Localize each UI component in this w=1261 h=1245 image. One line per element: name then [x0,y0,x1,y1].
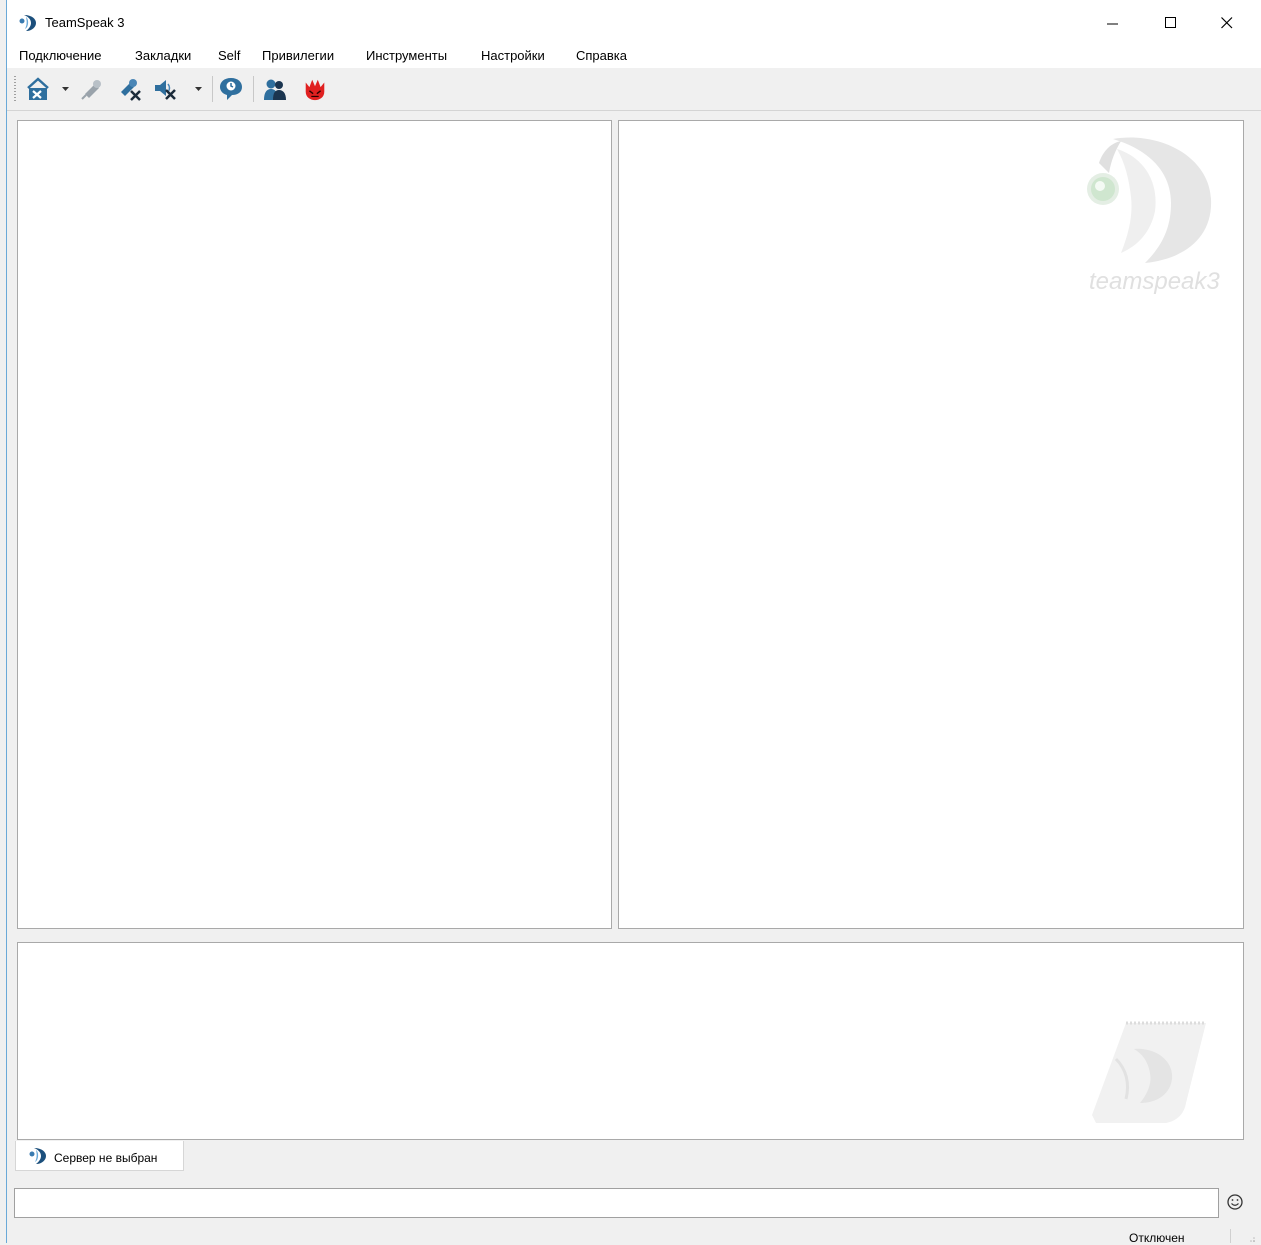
window-title: TeamSpeak 3 [45,15,125,30]
toolbar-separator [212,76,213,102]
chat-watermark-icon [1092,1021,1206,1123]
status-separator [1230,1229,1231,1243]
title-bar[interactable]: TeamSpeak 3 [7,0,1261,46]
teamspeak-logo-icon [29,1148,46,1164]
mute-speakers-icon [155,80,176,100]
server-tab[interactable]: Сервер не выбран [15,1141,184,1171]
crash-report-button[interactable] [302,76,328,102]
minimize-button[interactable] [1090,0,1136,46]
menu-self[interactable]: Self [216,48,242,63]
maximize-icon [1165,17,1176,28]
watermark-text: teamspeak3 [1089,268,1220,295]
contacts-icon [264,79,286,100]
window-border [6,0,7,1243]
away-status-icon [220,78,242,100]
mute-microphone-icon [121,79,141,101]
connect-dropdown-arrow-icon[interactable] [62,87,69,92]
menu-settings[interactable]: Настройки [479,48,547,63]
teamspeak-watermark-logo: teamspeak3 [1087,137,1220,295]
microphone-toggle-icon [81,80,101,100]
emoji-button[interactable] [1224,1191,1246,1213]
connect-disconnect-icon [27,77,49,100]
server-info-panel[interactable]: teamspeak3 [618,120,1244,929]
mute-microphone-button[interactable] [117,76,143,102]
toolbar [7,68,1261,111]
crash-reporter-icon [305,79,325,101]
resize-grip-icon[interactable] [1246,1234,1256,1243]
close-button[interactable] [1204,0,1250,46]
maximize-button[interactable] [1148,0,1194,46]
minimize-icon [1107,23,1118,25]
smiley-icon [1227,1194,1243,1210]
server-tab-label: Сервер не выбран [54,1151,158,1165]
close-icon [1221,17,1233,29]
menu-bar: Подключение Закладки Self Привилегии Инс… [7,46,1261,68]
chat-log-panel[interactable] [17,942,1244,1140]
menu-permissions[interactable]: Привилегии [260,48,336,63]
teamspeak-logo-icon [19,15,36,31]
connect-button[interactable] [25,76,51,102]
speakers-dropdown-arrow-icon[interactable] [195,87,202,92]
menu-bookmarks[interactable]: Закладки [133,48,193,63]
mute-speakers-button[interactable] [152,76,178,102]
menu-help[interactable]: Справка [574,48,629,63]
chat-input[interactable] [14,1188,1219,1218]
toolbar-grip[interactable] [14,76,16,102]
contacts-button[interactable] [262,76,288,102]
toolbar-separator [253,76,254,102]
channel-tree-panel[interactable] [17,120,612,929]
menu-connection[interactable]: Подключение [17,48,103,63]
microphone-toggle-button[interactable] [79,76,105,102]
away-button[interactable] [218,76,244,102]
menu-tools[interactable]: Инструменты [364,48,449,63]
